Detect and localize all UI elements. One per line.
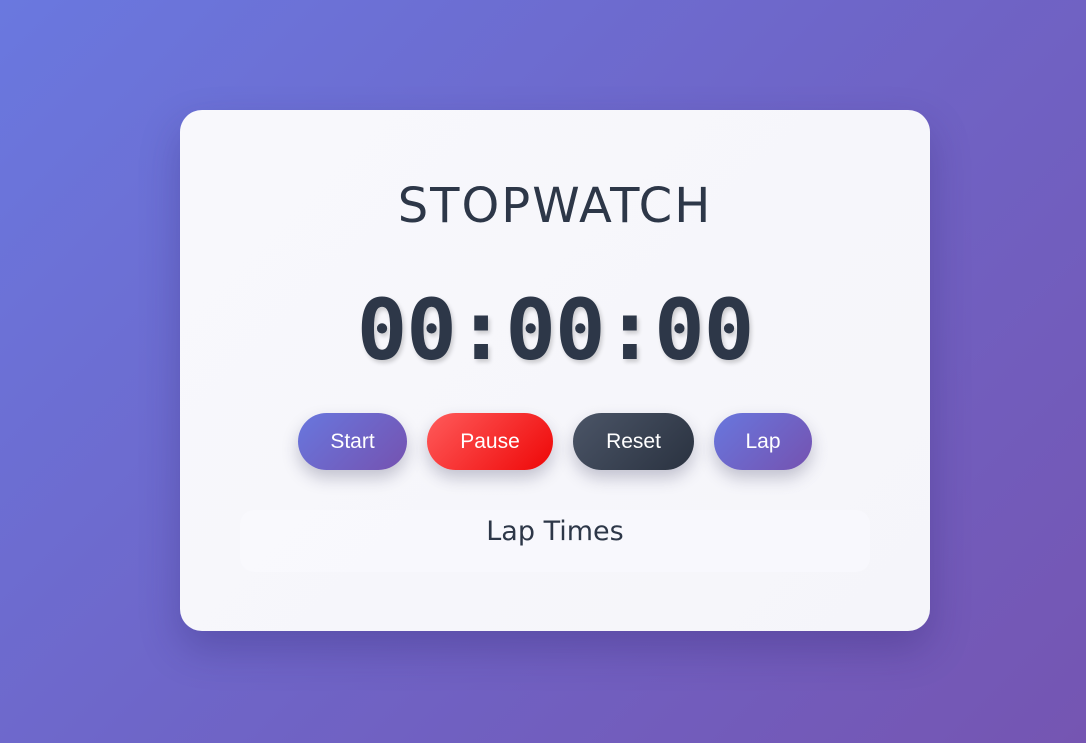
reset-button[interactable]: Reset [573, 413, 694, 470]
page-title: STOPWATCH [397, 178, 713, 234]
start-button[interactable]: Start [298, 413, 407, 470]
lap-button[interactable]: Lap [714, 413, 812, 470]
pause-button[interactable]: Pause [427, 413, 553, 470]
lap-times-panel: Lap Times [240, 510, 870, 572]
stopwatch-card: STOPWATCH 00:00:00 Start Pause Reset Lap… [180, 110, 930, 631]
lap-times-heading: Lap Times [486, 516, 624, 547]
control-buttons: Start Pause Reset Lap [180, 413, 930, 470]
time-display: 00:00:00 [356, 281, 755, 379]
